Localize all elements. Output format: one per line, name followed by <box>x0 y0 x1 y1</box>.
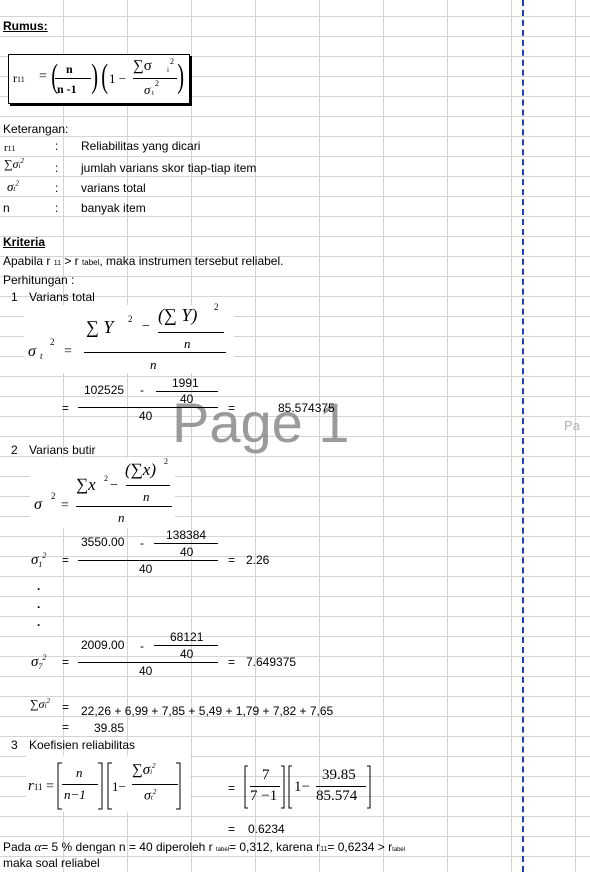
formula-lhs: r11 <box>13 71 25 85</box>
kriteria-title: Kriteria <box>3 235 46 249</box>
s2-item7-b: 68121 <box>170 630 204 644</box>
s2-item1-result: 2.26 <box>246 553 270 567</box>
s2-sumx: (∑x) <box>125 460 156 479</box>
page-watermark: Page 1 <box>172 391 350 454</box>
s3-sum: ∑σi2 <box>132 762 156 778</box>
ket-sym-n: n <box>3 201 10 215</box>
perhitungan-label: Perhitungan : <box>3 273 75 287</box>
kriteria-text: Apabila r 11 > r tabel, maka instrumen t… <box>3 254 284 268</box>
step3-number: 3 <box>11 738 18 752</box>
dot-3: . <box>37 615 41 629</box>
conclusion-line1: Pada α= 5 % dengan n = 40 diperoleh r ta… <box>3 839 406 854</box>
ket-sym-sum: ∑σi2 <box>4 157 24 171</box>
step1-title: Varians total <box>29 290 95 304</box>
dot-2: . <box>37 597 41 611</box>
s2-item1-a: 3550.00 <box>81 535 125 549</box>
s1-result: 85.574375 <box>278 401 335 415</box>
s2-item1-b: 138384 <box>166 528 207 542</box>
s2-sum-expr: 22,26 + 6,99 + 7,85 + 5,49 + 1,79 + 7,82… <box>81 704 334 718</box>
formula-n-den: n -1 <box>57 82 77 96</box>
step3-title: Koefisien reliabilitas <box>29 738 136 752</box>
heading-rumus: Rumus: <box>3 19 48 33</box>
ket-desc-n: banyak item <box>81 201 146 215</box>
s2-sumx2: ∑x <box>76 475 96 494</box>
s3-calc-den: 85.574 <box>316 788 358 804</box>
s1-calc-a: 102525 <box>84 383 125 397</box>
ket-sym-sigma-t: σt2 <box>7 179 19 194</box>
formula-eq: = <box>39 69 47 84</box>
formula-sum-sigma: ∑σ <box>133 58 152 74</box>
s2-item7-sym: σ72 <box>31 653 47 671</box>
s2-item1-sym: σ12 <box>31 551 47 569</box>
ket-desc-r11: Reliabilitas yang dicari <box>81 139 201 153</box>
ket-desc-sigma-t: varians total <box>81 181 146 195</box>
ket-desc-sum: jumlah varians skor tiap-tiap item <box>81 161 257 175</box>
s1-sumY2: ∑ Y <box>86 317 114 337</box>
dot-1: . <box>37 579 41 593</box>
step2-title: Varians butir <box>29 443 96 457</box>
keterangan-title: Keterangan: <box>3 122 69 136</box>
conclusion-line2: maka soal reliabel <box>3 856 100 870</box>
s2-sum-result: 39.85 <box>94 721 125 735</box>
page-break-line <box>522 0 524 872</box>
step1-number: 1 <box>11 290 18 304</box>
step2-number: 2 <box>11 443 18 457</box>
formula-paren-close: ) <box>91 58 99 95</box>
s2-item7-a: 2009.00 <box>81 638 125 652</box>
formula-one-minus: 1 − <box>109 71 127 86</box>
s1-sigma: σ <box>28 343 36 360</box>
s2-sigma: σ <box>34 496 42 513</box>
formula-box: r11 = ( n n -1 ) ( 1 − ∑σ i 2 σ t 2 ) <box>8 54 190 104</box>
s2-item7-result: 7.649375 <box>246 655 297 669</box>
s3-calc-num: 39.85 <box>322 767 356 783</box>
formula-n-num: n <box>66 62 73 76</box>
s1-sumY: (∑ Y) <box>158 305 198 325</box>
s2-sum-sym: ∑σi2 <box>30 697 50 711</box>
s1-calc-b: 1991 <box>172 376 199 390</box>
ket-sym-r11: r11 <box>4 142 16 154</box>
s3-result: 0.6234 <box>248 822 285 836</box>
page-watermark-edge: Pa <box>564 418 580 433</box>
s3-lhs: r11 <box>28 778 43 794</box>
